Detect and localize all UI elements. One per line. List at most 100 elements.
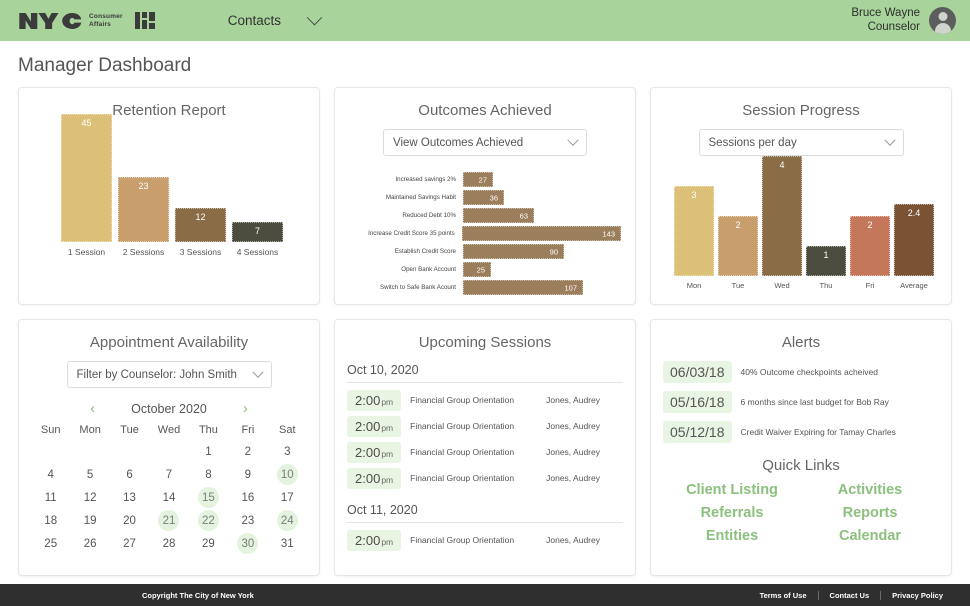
- session-bar-column: 2 Tue: [718, 216, 758, 290]
- calendar-day-cell[interactable]: 23: [228, 509, 267, 532]
- calendar-day-number: 14: [162, 491, 176, 504]
- retention-bar-value: 7: [254, 226, 260, 236]
- session-row[interactable]: 2:00pm Financial Group Orientation Jones, …: [347, 527, 623, 553]
- card-alerts-quicklinks: Alerts 06/03/18 40% Outcome checkpoints a…: [650, 319, 952, 576]
- calendar-day-cell[interactable]: 21: [149, 509, 188, 532]
- agency-name: Consumer Affairs: [89, 13, 123, 28]
- calendar-day-cell[interactable]: 8: [189, 463, 228, 486]
- outcome-label: Increase Credit Score 35 points: [368, 230, 455, 237]
- calendar-day-cell[interactable]: 17: [268, 486, 307, 509]
- quick-links-grid: Client Listing Activities Referrals Reports…: [663, 480, 939, 546]
- calendar-empty-cell: [110, 440, 149, 463]
- calendar-day-cell[interactable]: 1: [189, 440, 228, 463]
- session-progress-select-value: Sessions per day: [708, 136, 797, 149]
- outcome-bar-value: 27: [478, 175, 487, 184]
- calendar-day-cell[interactable]: 2: [228, 440, 267, 463]
- alert-date: 05/16/18: [663, 391, 732, 413]
- calendar-day-number: 12: [83, 491, 97, 504]
- calendar-day-cell[interactable]: 25: [31, 532, 70, 555]
- apps-grid-icon[interactable]: [134, 12, 156, 29]
- session-row[interactable]: 2:00pm Financial Group Orientation Jones, …: [347, 465, 623, 491]
- calendar-day-cell[interactable]: 12: [70, 486, 109, 509]
- alert-row[interactable]: 05/16/18 6 months since last budget for B…: [663, 391, 939, 413]
- calendar-days-grid[interactable]: 1 2 3 4 5 6 7 8 9 10 11 12 13 14 15 16 17 18 19 20 21 22 23 24 2…: [31, 440, 307, 555]
- outcome-label: Switch to Safe Bank Acount: [379, 284, 456, 291]
- nav-contacts[interactable]: Contacts: [228, 9, 323, 28]
- quick-link[interactable]: Activities: [801, 480, 939, 500]
- calendar-next-month-button[interactable]: ›: [241, 401, 250, 416]
- calendar-day-number: 19: [83, 514, 97, 527]
- quick-link[interactable]: Reports: [801, 503, 939, 523]
- session-row[interactable]: 2:00pm Financial Group Orientation Jones, …: [347, 439, 623, 465]
- calendar-empty-cell: [149, 440, 188, 463]
- calendar-day-cell[interactable]: 13: [110, 486, 149, 509]
- quick-link[interactable]: Calendar: [801, 526, 939, 546]
- calendar-day-cell[interactable]: 22: [189, 509, 228, 532]
- chevron-down-icon[interactable]: [306, 9, 323, 26]
- quick-link[interactable]: Referrals: [663, 503, 801, 523]
- calendar-day-number: 23: [241, 514, 255, 527]
- user-menu[interactable]: Bruce Wayne Counselor: [851, 0, 956, 41]
- calendar-day-cell[interactable]: 10: [268, 463, 307, 486]
- calendar-day-cell[interactable]: 24: [268, 509, 307, 532]
- outcome-label: Open Bank Account: [401, 266, 456, 273]
- chevron-down-icon: [567, 134, 579, 146]
- calendar-day-cell[interactable]: 6: [110, 463, 149, 486]
- alert-row[interactable]: 05/12/18 Credit Waiver Expiring for Tamay…: [663, 421, 939, 443]
- footer-link[interactable]: Terms of Use: [749, 591, 818, 600]
- calendar-day-cell[interactable]: 3: [268, 440, 307, 463]
- card-upcoming-sessions: Upcoming Sessions Oct 10, 2020 2:00pm Fina…: [334, 319, 636, 576]
- session-row[interactable]: 2:00pm Financial Group Orientation Jones, …: [347, 387, 623, 413]
- calendar-day-cell[interactable]: 9: [228, 463, 267, 486]
- calendar-day-cell[interactable]: 26: [70, 532, 109, 555]
- session-attendee: Jones, Audrey: [546, 421, 600, 431]
- calendar-day-cell[interactable]: 28: [149, 532, 188, 555]
- calendar-day-cell[interactable]: 16: [228, 486, 267, 509]
- alert-row[interactable]: 06/03/18 40% Outcome checkpoints acheived: [663, 361, 939, 383]
- counselor-filter-select[interactable]: Filter by Counselor: John Smith: [66, 361, 272, 388]
- calendar-day-cell[interactable]: 11: [31, 486, 70, 509]
- retention-report-chart: 45 1 Session 23 2 Sessions 12 3 Sessions 7 4 Se…: [31, 114, 307, 257]
- calendar-day-cell[interactable]: 27: [110, 532, 149, 555]
- session-bar-category: Average: [900, 281, 928, 290]
- session-meridiem: pm: [381, 536, 394, 547]
- session-meridiem: pm: [381, 474, 394, 485]
- retention-bar: 45: [61, 114, 112, 242]
- calendar-day-cell[interactable]: 15: [189, 486, 228, 509]
- quick-link[interactable]: Client Listing: [663, 480, 801, 500]
- calendar-day-number: 3: [284, 445, 291, 458]
- calendar-day-cell[interactable]: 7: [149, 463, 188, 486]
- session-row[interactable]: 2:00pm Financial Group Orientation Jones, …: [347, 413, 623, 439]
- calendar-day-cell[interactable]: 20: [110, 509, 149, 532]
- session-name: Financial Group Orientation: [410, 473, 515, 483]
- outcome-row: Establish Credit Score 90: [347, 244, 621, 259]
- retention-bar-category: 1 Session: [67, 247, 106, 257]
- session-bar-category: Fri: [865, 281, 875, 290]
- outcome-row: Maintained Savings Habit 36: [347, 190, 621, 205]
- footer-link[interactable]: Privacy Policy: [880, 590, 954, 600]
- calendar-day-cell[interactable]: 31: [268, 532, 307, 555]
- calendar-day-cell[interactable]: 4: [31, 463, 70, 486]
- retention-bar-column: 45 1 Session: [61, 114, 112, 257]
- outcome-row: Increased savings 2% 27: [347, 172, 621, 187]
- session-meridiem: pm: [381, 396, 394, 407]
- calendar-day-cell[interactable]: 30: [228, 532, 267, 555]
- session-bar: 2: [850, 216, 890, 276]
- calendar-weekday-header: Sun Mon Tue Wed Thu Fri Sat: [31, 422, 307, 440]
- calendar-day-cell[interactable]: 5: [70, 463, 109, 486]
- calendar-day-cell[interactable]: 14: [149, 486, 188, 509]
- calendar-day-cell[interactable]: 29: [189, 532, 228, 555]
- brand-logo[interactable]: Consumer Affairs: [18, 12, 156, 30]
- calendar-day-number: 15: [197, 487, 219, 508]
- calendar-day-number: 17: [280, 491, 294, 504]
- avatar[interactable]: [929, 7, 956, 34]
- quick-link[interactable]: Entities: [663, 526, 801, 546]
- calendar-day-cell[interactable]: 19: [70, 509, 109, 532]
- session-bar-column: 2.4 Average: [894, 204, 934, 290]
- calendar-day-cell[interactable]: 18: [31, 509, 70, 532]
- outcomes-view-select[interactable]: View Outcomes Achieved: [383, 129, 587, 156]
- calendar-prev-month-button[interactable]: ‹: [88, 401, 97, 416]
- outcome-bar: 107: [463, 280, 583, 295]
- footer-link[interactable]: Contact Us: [817, 590, 881, 600]
- session-progress-select[interactable]: Sessions per day: [698, 129, 904, 156]
